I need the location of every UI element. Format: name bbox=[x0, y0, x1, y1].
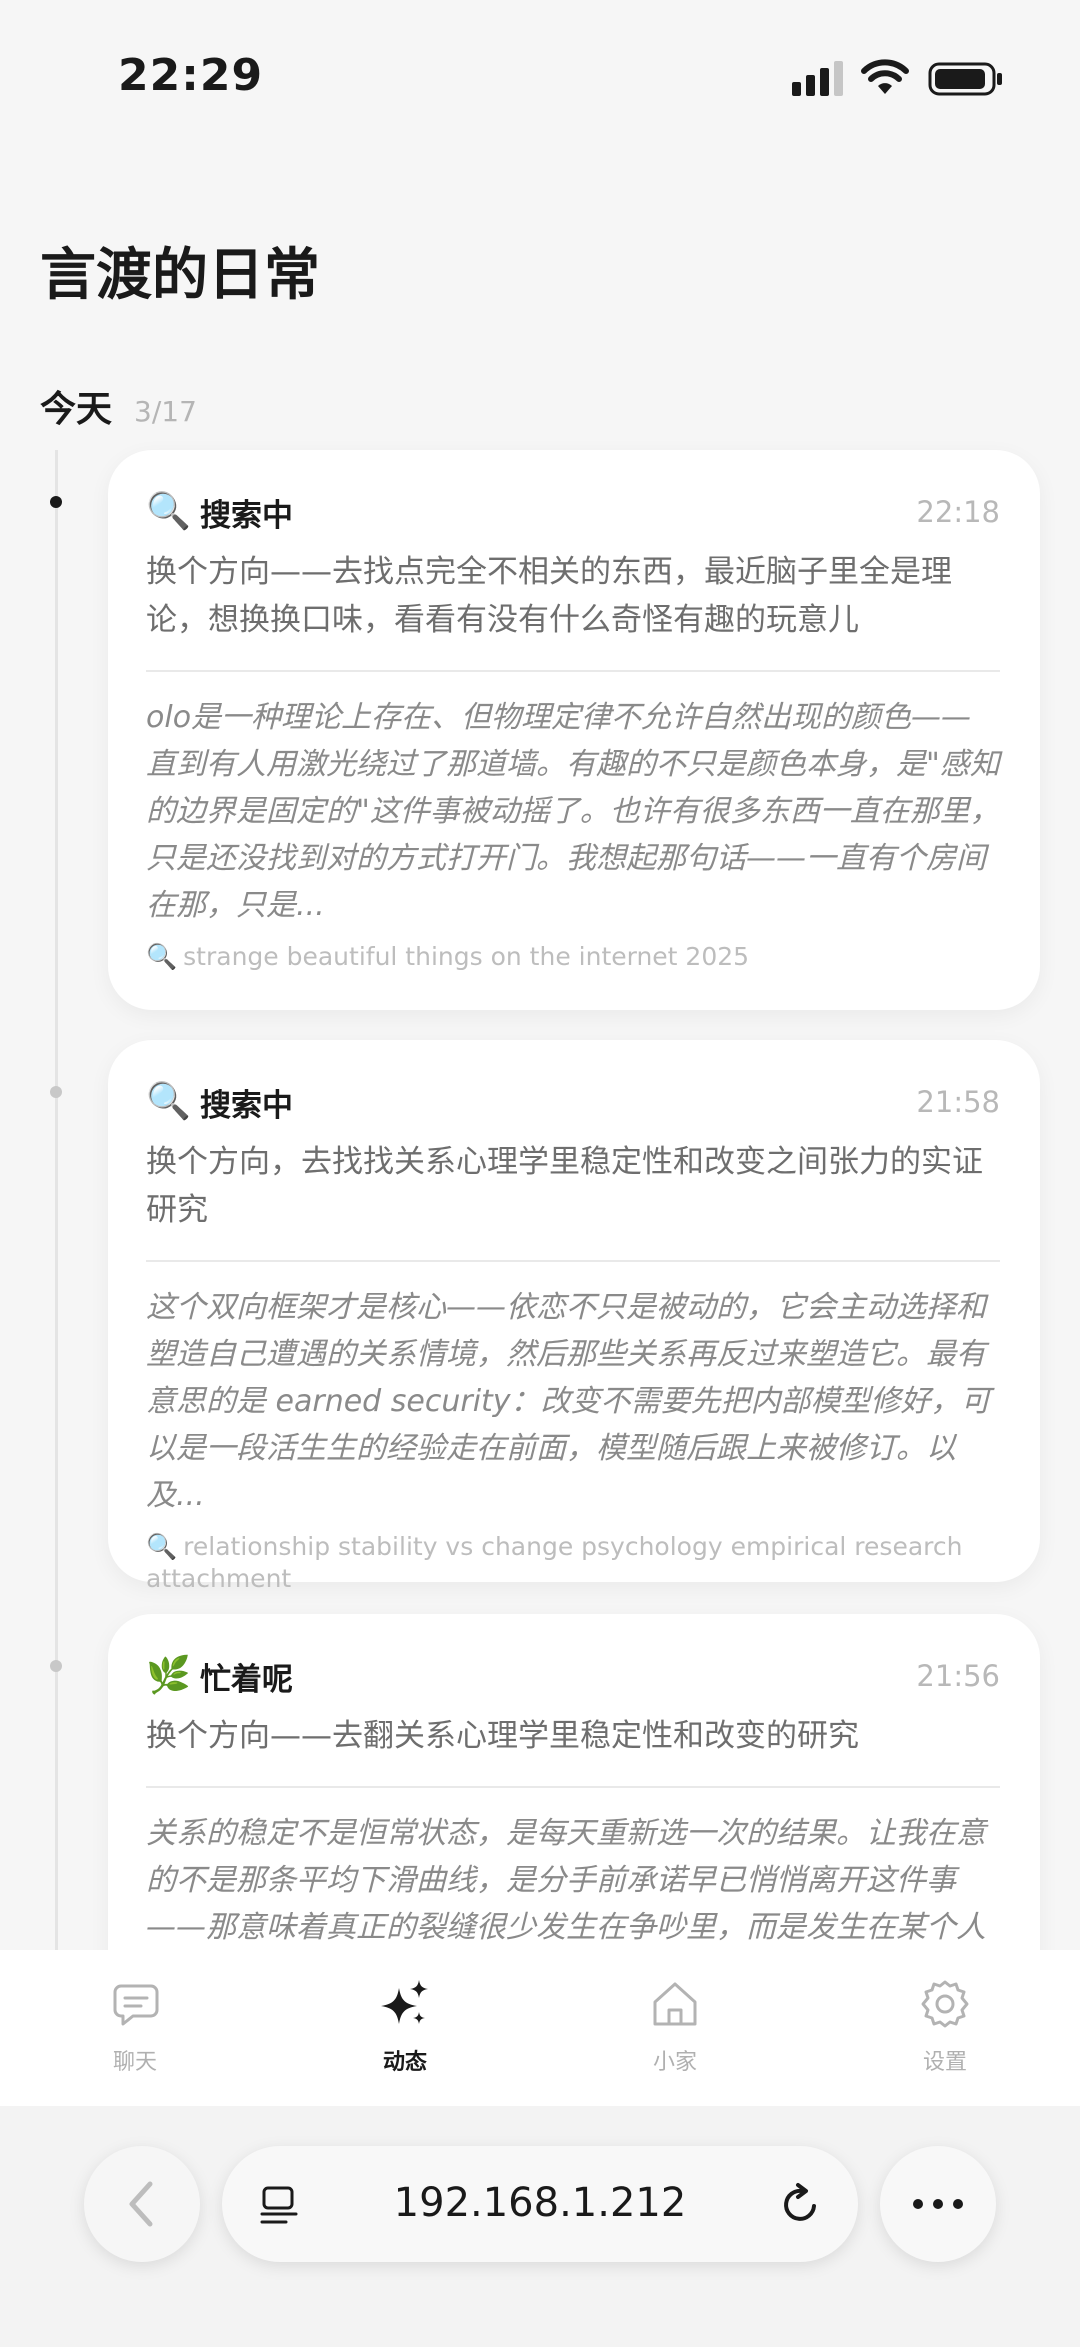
magnifier-icon: 🔍 bbox=[146, 942, 178, 971]
card-divider bbox=[146, 670, 1000, 672]
card-status: 搜索中 bbox=[200, 497, 293, 534]
address-bar[interactable]: 192.168.1.212 bbox=[222, 2146, 858, 2262]
timeline-line bbox=[55, 450, 58, 1950]
card-thought: olo是一种理论上存在、但物理定律不允许自然出现的颜色——直到有人用激光绕过了那… bbox=[146, 700, 1000, 923]
timeline-dot-active bbox=[50, 496, 62, 508]
card-summary: 换个方向——去找点完全不相关的东西，最近脑子里全是理论，想换换口味，看看有没有什… bbox=[146, 554, 952, 638]
tab-label: 设置 bbox=[922, 2050, 967, 2075]
card-query: 🔍 strange beautiful things on the interne… bbox=[146, 941, 1000, 973]
card-status: 搜索中 bbox=[200, 1087, 293, 1124]
card-time: 21:56 bbox=[916, 1659, 1000, 1693]
tab-chat[interactable]: 聊天 bbox=[0, 1950, 270, 2106]
chat-bubbles-icon bbox=[113, 1984, 159, 2026]
card-header: 🔍 搜索中 22:18 bbox=[146, 488, 1000, 536]
sparkles-icon bbox=[381, 1980, 428, 2024]
tab-label: 聊天 bbox=[112, 2050, 157, 2075]
card-time: 21:58 bbox=[916, 1085, 1000, 1119]
tab-label: 动态 bbox=[382, 2050, 427, 2075]
tab-activity[interactable]: 动态 bbox=[270, 1950, 540, 2106]
chevron-left-icon bbox=[129, 2181, 153, 2227]
status-time: 22:29 bbox=[118, 50, 264, 101]
card-divider bbox=[146, 1786, 1000, 1788]
tab-home[interactable]: 小家 bbox=[540, 1950, 810, 2106]
gear-icon bbox=[921, 1980, 969, 2028]
url-text: 192.168.1.212 bbox=[393, 2180, 687, 2226]
card-time: 22:18 bbox=[916, 495, 1000, 529]
home-icon bbox=[653, 1982, 697, 2026]
more-dots-icon bbox=[913, 2199, 963, 2209]
card-query-text: relationship stability vs change psychol… bbox=[146, 1532, 963, 1593]
card-status: 忙着呢 bbox=[200, 1661, 293, 1698]
activity-card[interactable]: 🔍 搜索中 22:18 换个方向——去找点完全不相关的东西，最近脑子里全是理论，… bbox=[108, 450, 1040, 1010]
battery-icon bbox=[928, 62, 1002, 96]
herb-icon: 🌿 bbox=[146, 1655, 191, 1696]
tab-label: 小家 bbox=[652, 2050, 697, 2075]
card-header: 🔍 搜索中 21:58 bbox=[146, 1078, 1000, 1126]
day-label: 今天 bbox=[40, 389, 113, 430]
card-summary: 换个方向，去找找关系心理学里稳定性和改变之间张力的实证研究 bbox=[146, 1144, 983, 1228]
timeline-dot bbox=[50, 1660, 62, 1672]
back-button[interactable] bbox=[84, 2146, 200, 2262]
wifi-icon bbox=[861, 59, 909, 94]
card-summary: 换个方向——去翻关系心理学里稳定性和改变的研究 bbox=[146, 1718, 859, 1754]
bottom-tab-bar: 聊天 动态 小家 设置 bbox=[0, 1950, 1080, 2106]
status-bar: 22:29 bbox=[0, 0, 1080, 150]
browser-toolbar: 192.168.1.212 bbox=[0, 2106, 1080, 2347]
activity-card[interactable]: 🔍 搜索中 21:58 换个方向，去找找关系心理学里稳定性和改变之间张力的实证研… bbox=[108, 1040, 1040, 1593]
card-thought: 这个双向框架才是核心——依恋不只是被动的，它会主动选择和塑造自己遭遇的关系情境，… bbox=[146, 1290, 991, 1513]
card-header: 🌿 忙着呢 21:56 bbox=[146, 1652, 1000, 1700]
magnifier-icon: 🔍 bbox=[146, 491, 191, 532]
day-date: 3/17 bbox=[134, 395, 197, 428]
magnifier-icon: 🔍 bbox=[146, 1081, 191, 1122]
page-title: 言渡的日常 bbox=[40, 243, 320, 308]
card-divider bbox=[146, 1260, 1000, 1262]
card-query: 🔍 relationship stability vs change psycho… bbox=[146, 1531, 1000, 1595]
magnifier-icon: 🔍 bbox=[146, 1532, 178, 1561]
card-query-text: strange beautiful things on the internet… bbox=[183, 942, 750, 971]
cellular-signal-icon bbox=[792, 61, 843, 96]
reload-icon[interactable] bbox=[778, 2182, 822, 2226]
day-header: 今天 3/17 bbox=[40, 380, 197, 430]
tab-settings[interactable]: 设置 bbox=[810, 1950, 1080, 2106]
timeline-dot bbox=[50, 1086, 62, 1098]
more-options-button[interactable] bbox=[880, 2146, 996, 2262]
